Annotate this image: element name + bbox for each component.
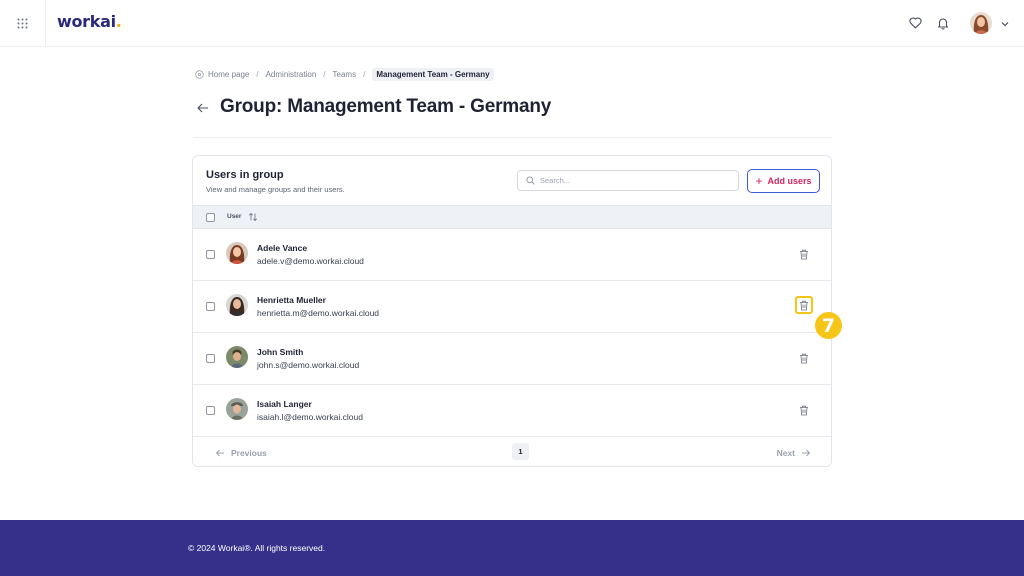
- search-input[interactable]: [540, 176, 730, 185]
- row-checkbox[interactable]: [206, 250, 215, 259]
- logo-text: workai: [57, 12, 116, 31]
- previous-label: Previous: [231, 448, 267, 458]
- add-users-button[interactable]: + Add users: [747, 169, 820, 193]
- next-page-button[interactable]: Next: [777, 448, 811, 458]
- breadcrumb-administration[interactable]: Administration: [266, 70, 317, 79]
- step-number-badge: 7: [815, 312, 842, 339]
- remove-user-button[interactable]: [798, 404, 810, 416]
- user-name: Isaiah Langer: [257, 399, 312, 409]
- profile-photo-icon: [226, 294, 248, 316]
- table-row: Adele Vance adele.v@demo.workai.cloud: [193, 229, 831, 281]
- avatar: [226, 398, 248, 420]
- table-header: User: [193, 205, 831, 229]
- user-avatar[interactable]: [970, 12, 992, 34]
- app-launcher-button[interactable]: [0, 0, 46, 46]
- breadcrumb-separator: /: [363, 70, 366, 79]
- add-users-label: Add users: [767, 176, 812, 186]
- title-divider: [193, 137, 832, 138]
- search-box: [517, 170, 739, 191]
- select-all-checkbox[interactable]: [206, 213, 215, 222]
- remove-user-button[interactable]: [798, 248, 810, 260]
- row-checkbox[interactable]: [206, 302, 215, 311]
- breadcrumb-teams[interactable]: Teams: [333, 70, 357, 79]
- remove-user-button[interactable]: [795, 296, 813, 314]
- bell-icon: [937, 17, 949, 30]
- user-name: Henrietta Mueller: [257, 295, 326, 305]
- profile-photo-icon: [226, 398, 248, 420]
- top-navigation-bar: workai.: [0, 0, 1024, 47]
- column-header-user: User: [227, 213, 242, 220]
- back-button[interactable]: [196, 101, 210, 113]
- arrow-left-icon: [215, 449, 224, 457]
- sort-icon[interactable]: [248, 212, 258, 222]
- trash-icon: [800, 300, 808, 310]
- grid-icon: [17, 18, 28, 28]
- avatar: [226, 346, 248, 368]
- arrow-left-icon: [197, 103, 208, 113]
- users-in-group-card: Users in group View and manage groups an…: [192, 155, 832, 467]
- avatar: [226, 294, 248, 316]
- user-name: John Smith: [257, 347, 304, 357]
- search-icon: [526, 176, 535, 185]
- table-row: Isaiah Langer isaiah.l@demo.workai.cloud: [193, 385, 831, 437]
- remove-user-button[interactable]: [798, 352, 810, 364]
- profile-photo-icon: [970, 12, 992, 34]
- previous-page-button[interactable]: Previous: [215, 448, 267, 458]
- card-title: Users in group: [206, 169, 284, 181]
- breadcrumb: Home page / Administration / Teams / Man…: [195, 68, 494, 81]
- trash-icon: [800, 353, 808, 363]
- page-title: Group: Management Team - Germany: [220, 96, 552, 117]
- row-checkbox[interactable]: [206, 354, 215, 363]
- user-name: Adele Vance: [257, 243, 308, 253]
- profile-photo-icon: [226, 346, 248, 368]
- next-label: Next: [776, 448, 795, 458]
- footer: © 2024 Workai®. All rights reserved.: [0, 520, 1024, 576]
- profile-photo-icon: [226, 242, 248, 264]
- chevron-down-icon: [1001, 22, 1009, 27]
- trash-icon: [800, 249, 808, 259]
- page-number-1[interactable]: 1: [512, 443, 529, 460]
- user-email: adele.v@demo.workai.cloud: [257, 256, 364, 266]
- avatar: [226, 242, 248, 264]
- table-row: John Smith john.s@demo.workai.cloud: [193, 333, 831, 385]
- trash-icon: [800, 405, 808, 415]
- pagination: Previous 1 Next: [193, 438, 831, 466]
- account-menu-toggle[interactable]: [999, 17, 1011, 29]
- home-icon: [195, 70, 204, 79]
- arrow-right-icon: [802, 449, 811, 457]
- notifications-button[interactable]: [934, 14, 952, 32]
- breadcrumb-separator: /: [323, 70, 326, 79]
- workai-logo[interactable]: workai.: [57, 12, 122, 31]
- plus-icon: +: [755, 174, 763, 188]
- copyright-text: © 2024 Workai®. All rights reserved.: [188, 543, 326, 553]
- favorites-button[interactable]: [906, 14, 924, 32]
- breadcrumb-current: Management Team - Germany: [372, 68, 494, 81]
- user-email: isaiah.l@demo.workai.cloud: [257, 412, 363, 422]
- logo-dot: .: [115, 12, 122, 31]
- breadcrumb-home[interactable]: Home page: [208, 70, 249, 79]
- row-checkbox[interactable]: [206, 406, 215, 415]
- breadcrumb-separator: /: [256, 70, 259, 79]
- table-row: Henrietta Mueller henrietta.m@demo.worka…: [193, 281, 831, 333]
- user-email: john.s@demo.workai.cloud: [257, 360, 360, 370]
- user-email: henrietta.m@demo.workai.cloud: [257, 308, 380, 318]
- heart-icon: [908, 17, 922, 29]
- card-subtitle: View and manage groups and their users.: [206, 185, 345, 194]
